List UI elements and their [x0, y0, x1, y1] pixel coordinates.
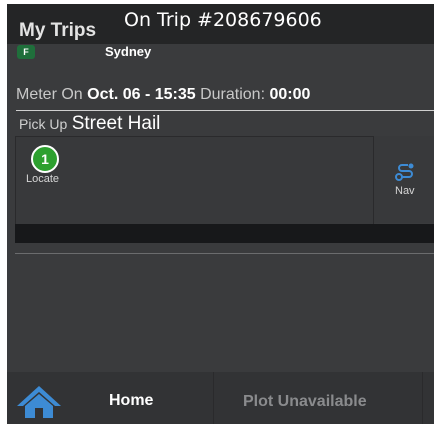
app-screen: My Trips On Trip #208679606 F Sydney Met… [7, 4, 434, 424]
home-button[interactable]: Home [109, 392, 153, 410]
meter-value: Oct. 06 - 15:35 [87, 86, 196, 103]
fleet-badge: F [17, 45, 35, 59]
locate-count-badge[interactable]: 1 [31, 145, 59, 173]
title-bar: My Trips On Trip #208679606 [7, 4, 434, 44]
locate-button[interactable] [15, 136, 374, 225]
nav-label: Nav [395, 185, 415, 197]
nav-separator [213, 372, 214, 424]
status-bar [15, 224, 434, 243]
pickup-row: Pick Up Street Hail [19, 113, 160, 135]
pickup-value: Street Hail [71, 113, 161, 134]
home-icon[interactable] [15, 384, 63, 420]
pickup-label: Pick Up [19, 116, 68, 132]
plot-unavailable-button[interactable]: Plot Unavailable [243, 393, 367, 411]
locate-label: Locate [26, 173, 60, 185]
duration-label: Duration: [200, 86, 266, 103]
divider [15, 253, 434, 254]
route-icon [395, 163, 414, 181]
meter-row: Meter On Oct. 06 - 15:35 Duration: 00:00 [16, 86, 434, 111]
duration-value: 00:00 [269, 86, 311, 103]
nav-separator-right [422, 372, 423, 424]
app-title: My Trips [19, 20, 97, 41]
meter-label: Meter On [16, 86, 83, 103]
city-label: Sydney [105, 44, 152, 59]
bottom-nav [7, 372, 434, 424]
trip-title: On Trip #208679606 [124, 9, 322, 31]
